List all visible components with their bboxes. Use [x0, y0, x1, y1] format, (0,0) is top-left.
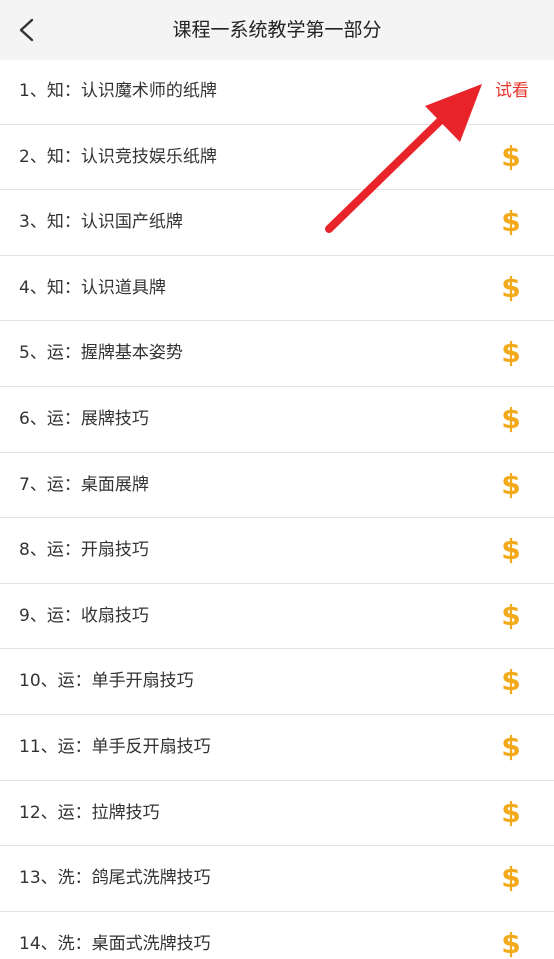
lesson-title: 14、洗：桌面式洗牌技巧 [19, 933, 211, 954]
lesson-row[interactable]: 10、运：单手开扇技巧 $ [0, 649, 554, 715]
lesson-title: 10、运：单手开扇技巧 [19, 671, 194, 692]
nav-header: 课程一系统教学第一部分 [0, 0, 554, 60]
lesson-title: 11、运：单手反开扇技巧 [19, 736, 211, 757]
dollar-icon: $ [501, 926, 521, 959]
lesson-title: 6、运：展牌技巧 [19, 408, 149, 429]
lesson-title: 5、运：握牌基本姿势 [19, 343, 183, 364]
lesson-list: 1、知：认识魔术师的纸牌 试看 2、知：认识竞技娱乐纸牌 $3、知：认识国产纸牌 $4、… [0, 59, 554, 959]
lesson-row[interactable]: 1、知：认识魔术师的纸牌 试看 [0, 59, 554, 125]
lesson-row[interactable]: 6、运：展牌技巧 $ [0, 387, 554, 453]
lesson-row[interactable]: 5、运：握牌基本姿势 $ [0, 321, 554, 387]
page-title: 课程一系统教学第一部分 [172, 19, 382, 41]
dollar-icon: $ [501, 598, 521, 632]
lesson-title: 7、运：桌面展牌 [19, 474, 149, 495]
trial-preview-tag[interactable]: 试看 [495, 59, 529, 123]
lesson-row[interactable]: 14、洗：桌面式洗牌技巧 $ [0, 912, 554, 959]
lesson-title: 9、运：收扇技巧 [19, 605, 149, 626]
dollar-icon: $ [501, 205, 521, 239]
chevron-left-icon [19, 18, 34, 42]
lesson-row[interactable]: 3、知：认识国产纸牌 $ [0, 190, 554, 256]
dollar-icon: $ [501, 401, 521, 435]
dollar-icon: $ [501, 336, 521, 370]
dollar-icon: $ [501, 139, 521, 173]
lesson-row[interactable]: 2、知：认识竞技娱乐纸牌 $ [0, 125, 554, 191]
dollar-icon: $ [501, 729, 521, 763]
lesson-row[interactable]: 7、运：桌面展牌 $ [0, 453, 554, 519]
lesson-row[interactable]: 12、运：拉牌技巧 $ [0, 781, 554, 847]
lesson-row[interactable]: 9、运：收扇技巧 $ [0, 584, 554, 650]
lesson-title: 13、洗：鸽尾式洗牌技巧 [19, 868, 211, 889]
lesson-row[interactable]: 11、运：单手反开扇技巧 $ [0, 715, 554, 781]
lesson-title: 3、知：认识国产纸牌 [19, 212, 183, 233]
dollar-icon: $ [501, 467, 521, 501]
lesson-title: 2、知：认识竞技娱乐纸牌 [19, 146, 217, 167]
back-button[interactable] [8, 12, 44, 48]
dollar-icon: $ [501, 861, 521, 895]
lesson-row[interactable]: 4、知：认识道具牌 $ [0, 256, 554, 322]
lesson-row[interactable]: 8、运：开扇技巧 $ [0, 518, 554, 584]
dollar-icon: $ [501, 533, 521, 567]
dollar-icon: $ [501, 795, 521, 829]
lesson-title: 12、运：拉牌技巧 [19, 802, 160, 823]
lesson-title: 4、知：认识道具牌 [19, 277, 166, 298]
dollar-icon: $ [501, 664, 521, 698]
lesson-title: 1、知：认识魔术师的纸牌 [19, 81, 217, 101]
dollar-icon: $ [501, 270, 521, 304]
course-page: 课程一系统教学第一部分 1、知：认识魔术师的纸牌 试看 2、知：认识竞技娱乐纸牌 $3… [0, 0, 554, 959]
lesson-row[interactable]: 13、洗：鸽尾式洗牌技巧 $ [0, 846, 554, 912]
lesson-title: 8、运：开扇技巧 [19, 540, 149, 561]
